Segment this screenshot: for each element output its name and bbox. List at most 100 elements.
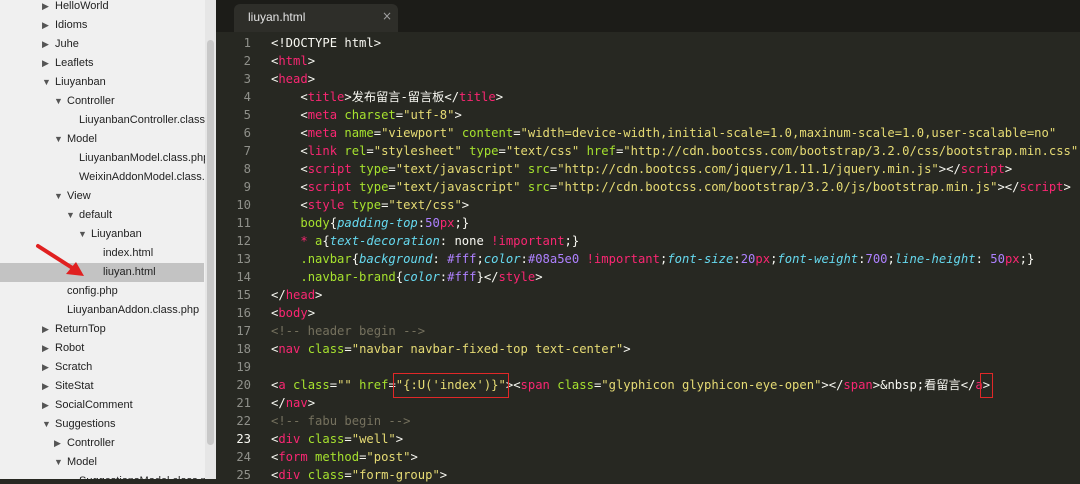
line-number: 18 — [236, 342, 251, 356]
code-text: </head> — [271, 288, 323, 302]
line-number: 1 — [243, 36, 251, 50]
collapsed-arrow-icon[interactable]: ▶ — [42, 54, 49, 73]
code-line[interactable]: 21 </nav> — [216, 394, 1080, 412]
code-line[interactable]: 5 <meta charset="utf-8"> — [216, 106, 1080, 124]
expanded-arrow-icon[interactable]: ▼ — [54, 453, 63, 472]
code-line[interactable]: 24 <form method="post"> — [216, 448, 1080, 466]
collapsed-arrow-icon[interactable]: ▶ — [42, 358, 49, 377]
expanded-arrow-icon[interactable]: ▼ — [42, 415, 51, 434]
code-line[interactable]: 3 <head> — [216, 70, 1080, 88]
tree-item-label: default — [79, 209, 113, 221]
code-line[interactable]: 18 <nav class="navbar navbar-fixed-top te… — [216, 340, 1080, 358]
expanded-arrow-icon[interactable]: ▼ — [54, 130, 63, 149]
code-line[interactable]: 19 — [216, 358, 1080, 376]
tree-item-label: LiuyanbanAddon.class.php — [67, 304, 200, 316]
code-line[interactable]: 12 * a{text-decoration: none !important;… — [216, 232, 1080, 250]
tab-liuyan-html[interactable]: liuyan.html × — [234, 4, 398, 32]
folder-item[interactable]: ▼ View — [0, 187, 204, 206]
collapsed-arrow-icon[interactable]: ▶ — [42, 16, 49, 35]
collapsed-arrow-icon[interactable]: ▶ — [42, 35, 49, 54]
line-number: 22 — [236, 414, 251, 428]
folder-item[interactable]: ▶ Robot — [0, 339, 204, 358]
folder-item[interactable]: ▼ Suggestions — [0, 415, 204, 434]
code-line[interactable]: 8 <script type="text/javascript" src="ht… — [216, 160, 1080, 178]
line-number: 16 — [236, 306, 251, 320]
file-item[interactable]: SuggestionsModel.class.php — [0, 472, 216, 479]
file-item[interactable]: index.html — [0, 244, 204, 263]
folder-item[interactable]: ▶ SocialComment — [0, 396, 204, 415]
folder-item[interactable]: ▼ Liuyanban — [0, 225, 204, 244]
code-line[interactable]: 6 <meta name="viewport" content="width=d… — [216, 124, 1080, 142]
folder-item[interactable]: ▶ Scratch — [0, 358, 204, 377]
file-item[interactable]: config.php — [0, 282, 204, 301]
code-line[interactable]: 14 .navbar-brand{color:#fff}</style> — [216, 268, 1080, 286]
code-text: <!-- fabu begin --> — [271, 414, 411, 428]
code-area[interactable]: 1 <!DOCTYPE html> 2 <html> 3 <head> 4 <title>发… — [216, 34, 1080, 484]
collapsed-arrow-icon[interactable]: ▶ — [54, 434, 61, 453]
code-line[interactable]: 13 .navbar{background: #fff;color:#08a5e… — [216, 250, 1080, 268]
tree-item-label: Suggestions — [55, 418, 116, 430]
line-number: 2 — [243, 54, 251, 68]
folder-item[interactable]: ▶ HelloWorld — [0, 0, 204, 16]
code-line[interactable]: 22 <!-- fabu begin --> — [216, 412, 1080, 430]
file-item[interactable]: liuyan.html — [0, 263, 204, 282]
code-line[interactable]: 17 <!-- header begin --> — [216, 322, 1080, 340]
expanded-arrow-icon[interactable]: ▼ — [54, 92, 63, 111]
code-line[interactable]: 9 <script type="text/javascript" src="ht… — [216, 178, 1080, 196]
folder-item[interactable]: ▼ Liuyanban — [0, 73, 204, 92]
folder-item[interactable]: ▶ Controller — [0, 434, 204, 453]
close-icon[interactable]: × — [382, 9, 392, 23]
tree-item-label: View — [67, 190, 91, 202]
collapsed-arrow-icon[interactable]: ▶ — [42, 396, 49, 415]
tree-item-label: SocialComment — [55, 399, 133, 411]
tree-item-label: Leaflets — [55, 57, 94, 69]
collapsed-arrow-icon[interactable]: ▶ — [42, 320, 49, 339]
folder-item[interactable]: ▼ Model — [0, 453, 204, 472]
code-editor[interactable]: liuyan.html × 1 <!DOCTYPE html> 2 <html> 3 <h… — [216, 0, 1080, 482]
code-text: <link rel="stylesheet" type="text/css" h… — [271, 144, 1079, 158]
code-line[interactable]: 4 <title>发布留言-留言板</title> — [216, 88, 1080, 106]
expanded-arrow-icon[interactable]: ▼ — [42, 73, 51, 92]
line-number: 20 — [236, 378, 251, 392]
code-text: <head> — [271, 72, 316, 86]
sidebar-scrollbar-thumb[interactable] — [207, 40, 214, 445]
folder-item[interactable]: ▼ Model — [0, 130, 204, 149]
code-line[interactable]: 7 <link rel="stylesheet" type="text/css"… — [216, 142, 1080, 160]
code-line[interactable]: 1 <!DOCTYPE html> — [216, 34, 1080, 52]
code-text: <a class="" href="{:U('index')}"><span c… — [271, 378, 991, 392]
line-number: 6 — [243, 126, 251, 140]
collapsed-arrow-icon[interactable]: ▶ — [42, 377, 49, 396]
file-item[interactable]: WeixinAddonModel.class.php — [0, 168, 216, 187]
folder-item[interactable]: ▼ Controller — [0, 92, 204, 111]
code-line[interactable]: 20 <a class="" href="{:U('index')}"><span… — [216, 376, 1080, 394]
tree-item-label: Scratch — [55, 361, 93, 373]
folder-item[interactable]: ▶ Idioms — [0, 16, 204, 35]
sidebar-scrollbar[interactable] — [205, 0, 216, 479]
code-line[interactable]: 16 <body> — [216, 304, 1080, 322]
folder-item[interactable]: ▶ Leaflets — [0, 54, 204, 73]
line-number: 17 — [236, 324, 251, 338]
expanded-arrow-icon[interactable]: ▼ — [66, 206, 75, 225]
folder-item[interactable]: ▶ ReturnTop — [0, 320, 204, 339]
code-line[interactable]: 23 <div class="well"> — [216, 430, 1080, 448]
file-item[interactable]: LiuyanbanModel.class.php — [0, 149, 209, 168]
code-line[interactable]: 25 <div class="form-group"> — [216, 466, 1080, 484]
code-text: </nav> — [271, 396, 316, 410]
code-text: * a{text-decoration: none !important;} — [300, 234, 580, 248]
collapsed-arrow-icon[interactable]: ▶ — [42, 339, 49, 358]
collapsed-arrow-icon[interactable]: ▶ — [42, 0, 49, 16]
tree-item-label: HelloWorld — [55, 0, 109, 12]
expanded-arrow-icon[interactable]: ▼ — [54, 187, 63, 206]
file-item[interactable]: LiuyanbanController.class.php — [0, 111, 216, 130]
tab-label: liuyan.html — [248, 10, 306, 24]
code-line[interactable]: 2 <html> — [216, 52, 1080, 70]
folder-item[interactable]: ▶ Juhe — [0, 35, 204, 54]
folder-item[interactable]: ▶ SiteStat — [0, 377, 204, 396]
folder-item[interactable]: ▼ default — [0, 206, 204, 225]
tree-item-label: LiuyanbanModel.class.php — [79, 152, 210, 164]
code-line[interactable]: 10 <style type="text/css"> — [216, 196, 1080, 214]
file-item[interactable]: LiuyanbanAddon.class.php — [0, 301, 204, 320]
code-line[interactable]: 15 </head> — [216, 286, 1080, 304]
code-line[interactable]: 11 body{padding-top:50px;} — [216, 214, 1080, 232]
code-text: <!-- header begin --> — [271, 324, 426, 338]
